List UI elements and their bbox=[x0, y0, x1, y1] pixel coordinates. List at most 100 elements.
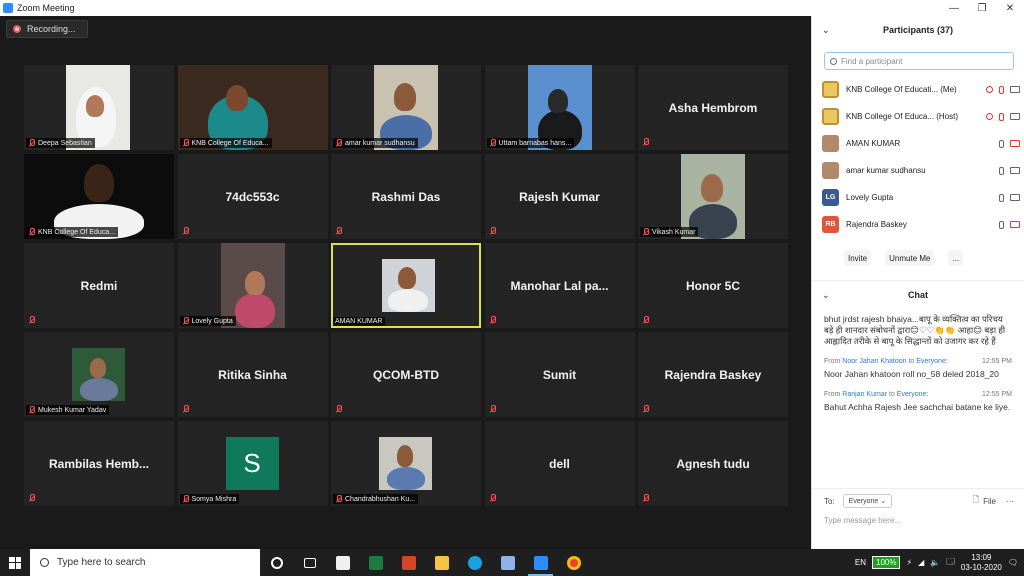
minimize-button[interactable]: — bbox=[940, 0, 968, 16]
participant-tile[interactable]: Ritika Sinha bbox=[177, 332, 328, 417]
file-explorer-icon[interactable] bbox=[425, 549, 458, 576]
unmute-me-button[interactable]: Unmute Me bbox=[885, 250, 935, 266]
notifications-icon[interactable]: 🗨 bbox=[1008, 558, 1018, 567]
chat-title: Chat bbox=[908, 289, 928, 300]
cortana-icon[interactable] bbox=[260, 549, 293, 576]
participant-tile[interactable]: AMAN KUMAR bbox=[331, 243, 481, 328]
participant-tile[interactable]: Rambilas Hemb... bbox=[24, 421, 174, 506]
windows-logo-icon bbox=[9, 556, 21, 569]
participant-tile[interactable]: Asha Hembrom bbox=[638, 65, 788, 150]
camera-icon[interactable] bbox=[1010, 86, 1020, 93]
start-button[interactable] bbox=[0, 549, 30, 576]
participant-tile[interactable]: 74dc553c bbox=[177, 154, 328, 239]
participant-tile[interactable]: Sumit bbox=[484, 332, 635, 417]
participant-tile[interactable]: Mukesh Kumar Yadav bbox=[24, 332, 174, 417]
store-icon[interactable] bbox=[326, 549, 359, 576]
clock[interactable]: 13:09 03-10-2020 bbox=[961, 553, 1002, 573]
participant-tile[interactable]: KNB College Of Educa... bbox=[24, 154, 174, 239]
maximize-button[interactable]: ❐ bbox=[968, 0, 996, 16]
participant-tile[interactable]: Chandrabhushan Ku... bbox=[331, 421, 481, 506]
chat-collapse-chevron-icon[interactable]: ⌄ bbox=[822, 290, 830, 301]
search-icon bbox=[40, 558, 49, 567]
mic-icon[interactable] bbox=[999, 193, 1004, 202]
find-participant-input[interactable]: Find a participant bbox=[824, 52, 1014, 70]
person-face bbox=[701, 174, 723, 202]
participant-tile[interactable]: KNB College Of Educa... bbox=[177, 65, 328, 150]
participant-tile[interactable]: Honor 5C bbox=[638, 243, 788, 328]
mic-icon[interactable] bbox=[999, 166, 1004, 175]
participant-tile[interactable]: Rashmi Das bbox=[331, 154, 481, 239]
chat-input[interactable]: Type message here... bbox=[824, 516, 901, 525]
chat-more-button[interactable]: ··· bbox=[1006, 497, 1014, 506]
participant-tile[interactable]: QCOM-BTD bbox=[331, 332, 481, 417]
camera-off-icon[interactable] bbox=[1010, 221, 1020, 228]
participant-tile[interactable]: Agnesh tudu bbox=[638, 421, 788, 506]
camera-icon[interactable] bbox=[1010, 113, 1020, 120]
participant-row[interactable]: RB Rajendra Baskey bbox=[822, 211, 1024, 238]
muted-mic-icon bbox=[28, 316, 35, 324]
participant-row[interactable]: KNB College Of Educa... (Host) bbox=[822, 103, 1024, 130]
chat-sender[interactable]: Noor Jahan Khatoon bbox=[842, 358, 906, 365]
participant-tile[interactable]: Lovely Gupta bbox=[177, 243, 328, 328]
taskbar-search[interactable]: Type here to search bbox=[30, 549, 260, 576]
close-button[interactable]: ✕ bbox=[996, 0, 1024, 16]
participant-row[interactable]: LG Lovely Gupta bbox=[822, 184, 1024, 211]
participant-tile[interactable]: Manohar Lal pa... bbox=[484, 243, 635, 328]
network-icon[interactable]: ◢ bbox=[918, 558, 924, 567]
participant-tile[interactable]: dell bbox=[484, 421, 635, 506]
mic-icon[interactable] bbox=[999, 139, 1004, 148]
mic-icon[interactable] bbox=[999, 220, 1004, 229]
more-options-button[interactable]: ... bbox=[948, 250, 964, 266]
participant-label-text: AMAN KUMAR bbox=[335, 318, 383, 325]
collapse-chevron-icon[interactable]: ⌄ bbox=[822, 25, 830, 36]
chat-divider bbox=[812, 488, 1024, 489]
camera-icon[interactable] bbox=[1010, 194, 1020, 201]
language-indicator[interactable]: EN bbox=[855, 558, 866, 567]
participant-name-label: Somya Mishra bbox=[179, 494, 240, 504]
participant-tile[interactable]: Rajendra Baskey bbox=[638, 332, 788, 417]
invite-button[interactable]: Invite bbox=[844, 250, 872, 266]
participant-tile[interactable]: amar kumar sudhansu bbox=[331, 65, 481, 150]
participant-row[interactable]: AMAN KUMAR bbox=[822, 130, 1024, 157]
participant-list-name: amar kumar sudhansu bbox=[846, 166, 926, 175]
participant-tile[interactable]: Vikash Kumar bbox=[638, 154, 788, 239]
participant-label-text: Somya Mishra bbox=[191, 495, 237, 503]
muted-mic-icon bbox=[489, 494, 496, 502]
participant-name: 74dc553c bbox=[225, 189, 280, 204]
participant-tile[interactable]: S Somya Mishra bbox=[177, 421, 328, 506]
participant-tile[interactable]: Redmi bbox=[24, 243, 174, 328]
file-button[interactable]: 🗋 File bbox=[973, 494, 996, 508]
battery-indicator[interactable]: 100% bbox=[872, 556, 901, 569]
person-body bbox=[388, 289, 428, 312]
participants-title: Participants (37) bbox=[882, 25, 954, 35]
participant-status-icons bbox=[976, 85, 1024, 94]
recording-indicator[interactable]: Recording... bbox=[6, 20, 88, 38]
camera-off-icon[interactable] bbox=[1010, 140, 1020, 147]
task-view-icon[interactable] bbox=[293, 549, 326, 576]
muted-mic-icon bbox=[182, 317, 189, 325]
participant-row[interactable]: KNB College Of Educati... (Me) bbox=[822, 76, 1024, 103]
chrome-icon[interactable] bbox=[557, 549, 590, 576]
power-icon[interactable]: ⚡ bbox=[906, 558, 912, 567]
windows-taskbar: Type here to search EN 100% ⚡ ◢ 🔈 🗔 13:0… bbox=[0, 549, 1024, 576]
muted-mic-icon[interactable] bbox=[999, 112, 1004, 121]
to-label: To: bbox=[824, 496, 835, 506]
zoom-taskbar-icon[interactable] bbox=[524, 549, 557, 576]
excel-icon[interactable] bbox=[359, 549, 392, 576]
ime-icon[interactable]: 🗔 bbox=[946, 556, 955, 570]
muted-mic-icon bbox=[182, 405, 189, 413]
participant-tile[interactable]: Rajesh Kumar bbox=[484, 154, 635, 239]
participant-tile[interactable]: Deepa Sebastian bbox=[24, 65, 174, 150]
powerpoint-icon[interactable] bbox=[392, 549, 425, 576]
muted-mic-icon[interactable] bbox=[999, 85, 1004, 94]
volume-icon[interactable]: 🔈 bbox=[930, 558, 940, 567]
app-icon[interactable] bbox=[491, 549, 524, 576]
participant-row[interactable]: amar kumar sudhansu bbox=[822, 157, 1024, 184]
participant-name-label: KNB College Of Educa... bbox=[179, 138, 272, 148]
participant-tile[interactable]: Uttam barnabas hans... bbox=[484, 65, 635, 150]
camera-icon[interactable] bbox=[1010, 167, 1020, 174]
edge-icon[interactable] bbox=[458, 549, 491, 576]
avatar bbox=[822, 81, 839, 98]
recipient-select[interactable]: Everyone ⌄ bbox=[842, 494, 893, 508]
chat-sender[interactable]: Ranjan Kumar bbox=[842, 391, 887, 398]
